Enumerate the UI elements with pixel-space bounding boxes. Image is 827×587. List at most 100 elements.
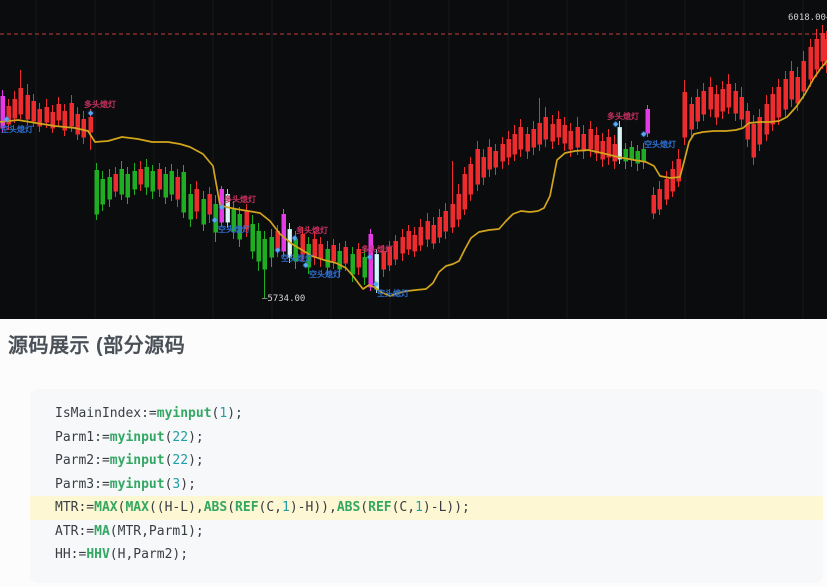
candle: [412, 234, 417, 252]
code-token-text: HH:=: [55, 547, 87, 562]
signal-label-bear: 空头熄灯: [644, 140, 676, 149]
candle: [12, 98, 17, 119]
code-line-highlighted: MTR:=MAX(MAX((H-L),ABS(REF(C,1)-H)),ABS(…: [30, 496, 823, 520]
candle: [468, 163, 473, 195]
code-token-text: (C,: [391, 500, 416, 515]
code-token-text: IsMainIndex:=: [55, 406, 157, 421]
code-token-text: (MTR,Parm1);: [109, 523, 204, 539]
candlestick-chart[interactable]: 6018.00——5734.00空头熄灯◆多头熄灯◆多头熄灯◆空头熄灯◆多头熄灯…: [0, 0, 827, 319]
candle: [531, 128, 536, 148]
candle: [138, 168, 143, 185]
code-token-text: ((H-L),: [148, 500, 204, 515]
candle: [814, 38, 819, 70]
code-line: Parm3:=myinput(3);: [30, 473, 823, 497]
candle: [751, 123, 756, 158]
candle: [629, 146, 634, 160]
candle: [400, 236, 405, 254]
signal-label-bear: 空头熄灯: [309, 270, 341, 279]
code-token-text: (H,Parm2);: [109, 547, 189, 562]
code-token-text: );: [188, 453, 204, 468]
signal-label-bull: 多头熄灯: [224, 195, 256, 204]
candle: [462, 173, 467, 210]
candle: [144, 166, 149, 188]
signal-lamp-icon: ◆: [373, 281, 379, 288]
candle: [201, 198, 206, 225]
candle: [31, 100, 36, 122]
candle: [94, 169, 99, 215]
candle: [450, 203, 455, 228]
signal-lamp-icon: ◆: [275, 247, 281, 254]
code-token-function: ABS: [336, 500, 361, 515]
candle: [69, 102, 74, 127]
code-token-text: Parm2:=: [55, 453, 110, 468]
candle: [562, 124, 567, 144]
candle: [664, 178, 669, 200]
candle: [175, 176, 180, 200]
code-line: IsMainIndex:=myinput(1);: [30, 402, 823, 426]
candle: [714, 93, 719, 118]
candle: [518, 126, 523, 150]
candle: [188, 193, 193, 220]
candle: [194, 188, 199, 212]
code-token-function: myinput: [109, 429, 165, 445]
code-line: ATR:=MA(MTR,Parm1);: [30, 520, 823, 544]
code-token-number: 1: [415, 500, 423, 515]
code-token-function: HHV: [86, 547, 110, 562]
code-token-function: REF: [368, 500, 392, 515]
candle: [575, 126, 580, 148]
candle: [207, 193, 212, 215]
candle: [393, 240, 398, 260]
signal-lamp-icon: ◆: [367, 254, 373, 261]
candle: [150, 170, 155, 192]
candle: [406, 230, 411, 250]
candle: [181, 171, 186, 213]
code-token-number: 22: [172, 429, 189, 445]
candle: [550, 123, 555, 142]
candle: [56, 103, 61, 121]
candle: [720, 88, 725, 112]
candle: [437, 216, 442, 238]
code-token-text: Parm3:=: [55, 476, 110, 492]
candle: [431, 224, 436, 244]
candle: [617, 126, 622, 160]
candle: [475, 148, 480, 185]
candle: [331, 244, 336, 262]
candle: [132, 170, 137, 190]
code-token-function: ABS: [203, 500, 228, 515]
code-line: Parm2:=myinput(22);: [30, 449, 823, 473]
candle: [764, 103, 769, 135]
code-token-function: REF: [235, 500, 259, 515]
candle: [169, 170, 174, 195]
candle: [75, 113, 80, 135]
signal-lamp-icon: ◆: [4, 116, 10, 123]
signal-lamp-icon: ◆: [641, 131, 647, 138]
candle: [789, 70, 794, 100]
candle: [645, 108, 650, 134]
candle: [612, 143, 617, 162]
code-token-text: (: [227, 500, 236, 515]
candle: [418, 226, 423, 246]
candle: [262, 238, 267, 270]
candle: [801, 60, 806, 92]
candle: [481, 156, 486, 178]
candle: [456, 193, 461, 220]
candle: [820, 32, 825, 62]
code-token-function: MAX: [94, 500, 118, 515]
candle: [256, 230, 261, 262]
candle: [708, 86, 713, 110]
candle: [312, 238, 317, 258]
signal-lamp-icon: ◆: [219, 204, 225, 211]
candle: [695, 96, 700, 122]
candle: [770, 93, 775, 125]
candle: [25, 94, 30, 120]
candle: [543, 116, 548, 140]
candle: [783, 78, 788, 110]
candle: [356, 248, 361, 268]
candle: [556, 118, 561, 138]
candle: [487, 146, 492, 170]
candle: [157, 168, 162, 190]
candle: [757, 116, 762, 145]
candle: [125, 173, 130, 198]
candle: [493, 150, 498, 168]
candle: [318, 243, 323, 260]
